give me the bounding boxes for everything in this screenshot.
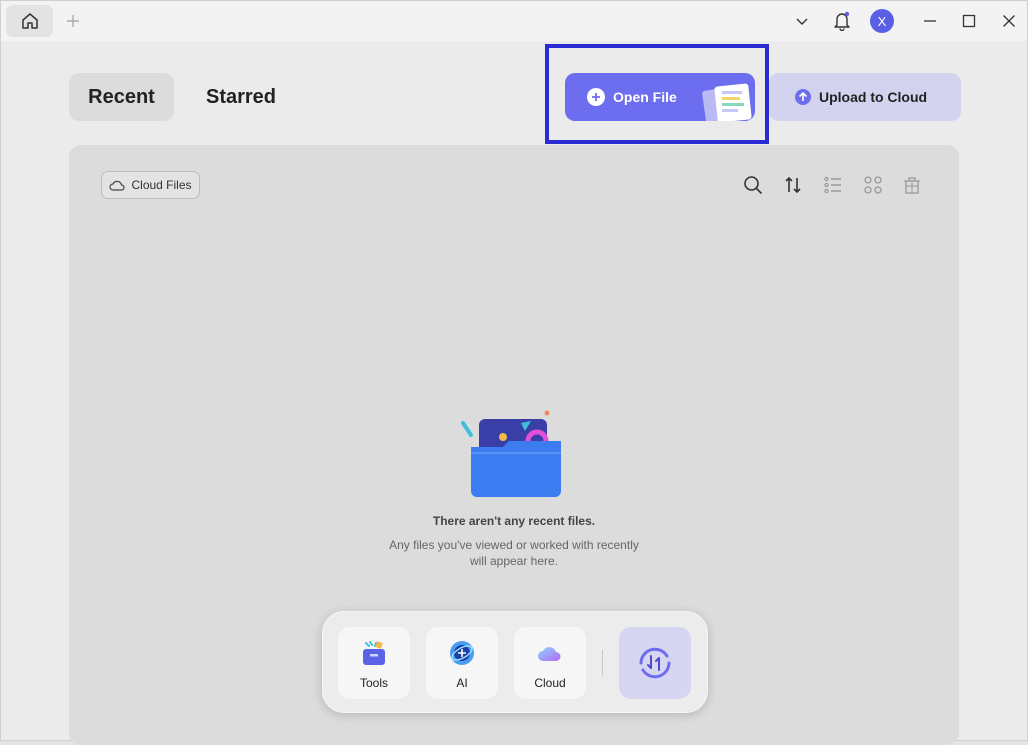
sort-button[interactable] — [781, 173, 805, 197]
dock-separator — [602, 650, 603, 676]
trash-icon — [904, 177, 920, 194]
plus-circle-icon — [587, 88, 605, 106]
upload-label: Upload to Cloud — [819, 89, 928, 105]
sync-icon — [639, 647, 671, 679]
main-content: Recent Starred Open File Upload to Cloud — [5, 41, 1023, 745]
cloud-files-button[interactable]: Cloud Files — [101, 171, 200, 199]
open-file-label: Open File — [613, 89, 677, 105]
empty-state-title: There aren't any recent files. — [432, 514, 596, 528]
search-button[interactable] — [741, 173, 765, 197]
plus-icon — [67, 15, 79, 27]
arrow-up-circle-icon — [795, 89, 811, 105]
dock-item-ai[interactable]: AI — [426, 627, 498, 699]
dock-item-label: AI — [456, 676, 468, 690]
home-tab[interactable] — [6, 5, 53, 37]
dropdown-button[interactable] — [790, 9, 814, 33]
cloud-outline-icon — [109, 180, 126, 191]
bottom-dock: Tools AI Cloud — [322, 611, 708, 713]
minimize-button[interactable] — [918, 9, 942, 33]
dock-sync-button[interactable] — [619, 627, 691, 699]
title-bar: X — [1, 1, 1027, 41]
maximize-icon — [962, 14, 976, 28]
open-file-button[interactable]: Open File — [565, 73, 755, 121]
delete-button[interactable] — [900, 173, 924, 197]
cloud-icon — [538, 647, 561, 661]
tab-recent[interactable]: Recent — [69, 73, 174, 121]
tab-starred[interactable]: Starred — [193, 73, 289, 121]
notifications-button[interactable] — [830, 9, 854, 33]
home-icon — [21, 13, 38, 29]
new-tab-button[interactable] — [63, 10, 83, 32]
chevron-down-icon — [796, 18, 808, 25]
empty-state-description: Any files you've viewed or worked with r… — [389, 538, 639, 568]
close-icon — [1003, 15, 1015, 27]
grid-icon — [864, 176, 882, 194]
maximize-button[interactable] — [957, 9, 981, 33]
close-button[interactable] — [997, 9, 1021, 33]
empty-folder-icon — [461, 410, 561, 497]
dock-item-cloud[interactable]: Cloud — [514, 627, 586, 699]
dock-item-label: Cloud — [534, 676, 566, 690]
tools-icon — [363, 641, 385, 665]
list-view-button[interactable] — [821, 173, 845, 197]
list-icon — [824, 176, 841, 194]
documents-icon — [702, 83, 752, 121]
app-window: X Recent Starred Open File Upload to Clo… — [0, 0, 1028, 745]
cloud-files-label: Cloud Files — [131, 178, 192, 192]
search-icon — [744, 176, 763, 195]
sort-icon — [785, 176, 801, 194]
bell-icon — [834, 11, 850, 31]
grid-view-button[interactable] — [861, 173, 885, 197]
ai-icon — [450, 641, 474, 665]
minimize-icon — [924, 20, 936, 22]
user-avatar[interactable]: X — [870, 9, 894, 33]
dock-item-label: Tools — [359, 676, 388, 690]
dock-item-tools[interactable]: Tools — [338, 627, 410, 699]
upload-to-cloud-button[interactable]: Upload to Cloud — [769, 73, 961, 121]
